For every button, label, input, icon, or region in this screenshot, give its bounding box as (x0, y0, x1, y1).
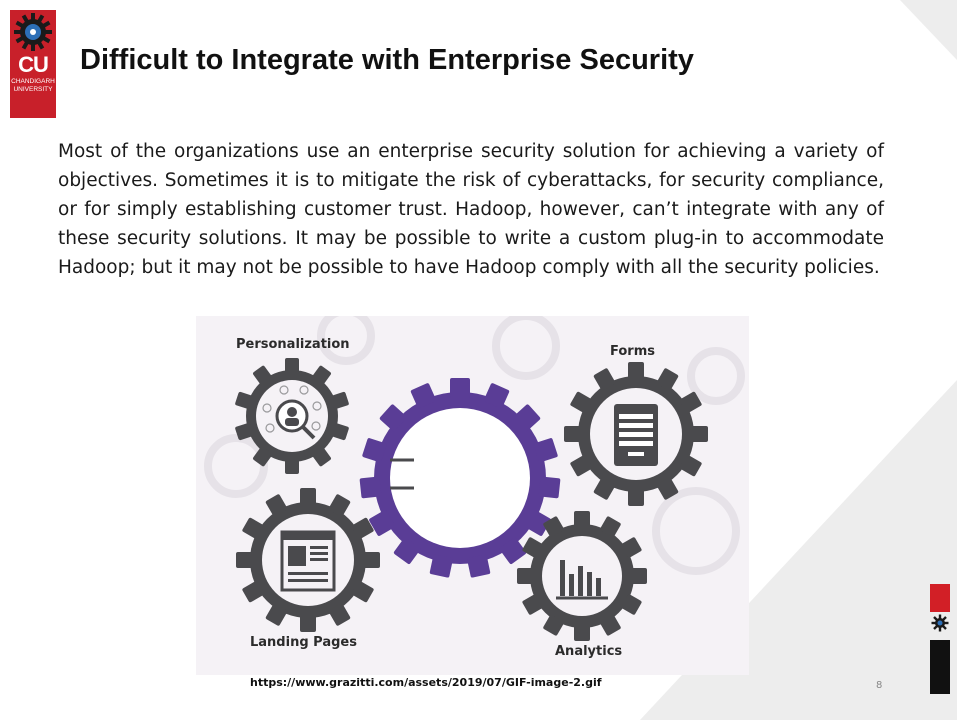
university-logo: CU CHANDIGARH UNIVERSITY (10, 10, 56, 118)
gears-illustration (204, 307, 745, 641)
side-black-block (930, 640, 950, 694)
logo-university-name: CHANDIGARH UNIVERSITY (11, 78, 55, 93)
forms-gear-icon (564, 362, 708, 506)
integration-gears-image: Personalization Forms Landing Pages Anal… (196, 307, 749, 675)
image-source-url: https://www.grazitti.com/assets/2019/07/… (250, 676, 602, 689)
side-red-block (930, 584, 950, 612)
personalization-label: Personalization (236, 337, 350, 352)
landing-pages-gear-icon (236, 488, 380, 632)
logo-wheel-icon (14, 13, 52, 51)
forms-label: Forms (610, 344, 655, 359)
side-gear-icon (931, 614, 949, 632)
slide-title: Difficult to Integrate with Enterprise S… (80, 44, 694, 76)
logo-short-name: CU (18, 52, 49, 77)
landing-pages-label: Landing Pages (250, 635, 357, 650)
personalization-gear-icon (235, 358, 349, 474)
analytics-label: Analytics (555, 644, 623, 659)
page-number: 8 (876, 680, 883, 691)
slide-body-text: Most of the organizations use an enterpr… (58, 141, 884, 278)
